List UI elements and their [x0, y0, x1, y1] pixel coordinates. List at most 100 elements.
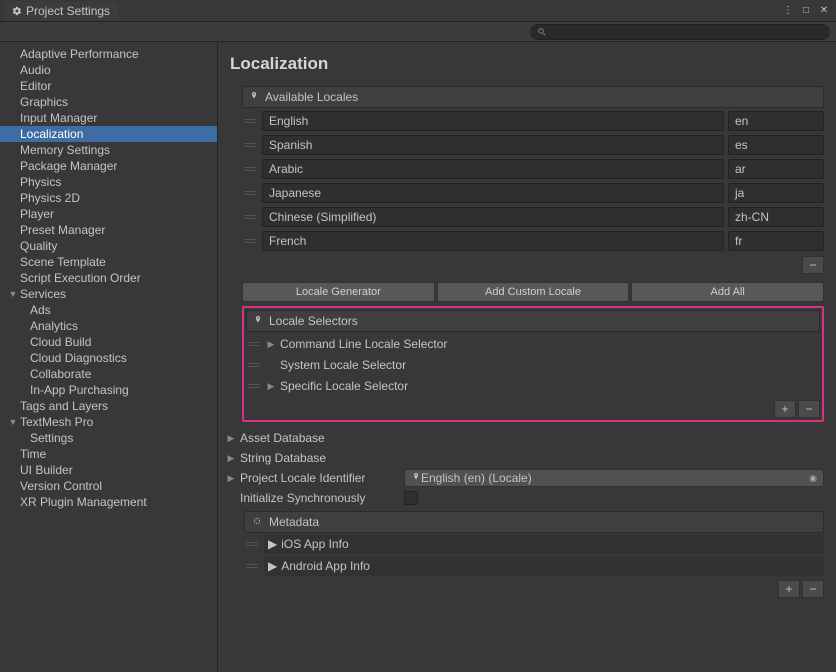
sidebar-item-analytics[interactable]: Analytics [0, 318, 217, 334]
drag-handle-icon[interactable] [244, 140, 256, 150]
chevron-right-icon[interactable]: ▶ [226, 453, 236, 464]
chevron-down-icon: ▼ [8, 417, 18, 427]
init-sync-checkbox[interactable] [404, 491, 418, 505]
locale-generator-button[interactable]: Locale Generator [242, 282, 435, 302]
add-selector-button[interactable]: + [774, 400, 796, 418]
selector-row[interactable]: ▶ Specific Locale Selector [246, 376, 820, 396]
locale-name-field[interactable]: Spanish [262, 135, 724, 155]
drag-handle-icon[interactable] [246, 539, 258, 549]
sidebar-item-textmesh-pro[interactable]: ▼TextMesh Pro [0, 414, 217, 430]
sidebar-item-cloud-build[interactable]: Cloud Build [0, 334, 217, 350]
sidebar-item-adaptive-performance[interactable]: Adaptive Performance [0, 46, 217, 62]
close-icon[interactable]: ✕ [816, 3, 832, 19]
selector-row[interactable]: ▶ System Locale Selector [246, 355, 820, 375]
sidebar-item-cloud-diagnostics[interactable]: Cloud Diagnostics [0, 350, 217, 366]
sidebar-item-physics-2d[interactable]: Physics 2D [0, 190, 217, 206]
chevron-right-icon[interactable]: ▶ [226, 433, 236, 444]
locale-row[interactable]: French fr [242, 230, 824, 252]
metadata-item-row[interactable]: ▶ iOS App Info [244, 534, 824, 554]
sidebar-item-ui-builder[interactable]: UI Builder [0, 462, 217, 478]
locale-code-field[interactable]: fr [728, 231, 824, 251]
add-custom-locale-button[interactable]: Add Custom Locale [437, 282, 630, 302]
search-input[interactable] [551, 26, 823, 38]
sidebar-item-collaborate[interactable]: Collaborate [0, 366, 217, 382]
object-picker-icon[interactable]: ◉ [809, 473, 817, 484]
sidebar-item-preset-manager[interactable]: Preset Manager [0, 222, 217, 238]
drag-handle-icon[interactable] [244, 212, 256, 222]
sidebar-item-memory-settings[interactable]: Memory Settings [0, 142, 217, 158]
sidebar-item-tags-layers[interactable]: Tags and Layers [0, 398, 217, 414]
sidebar-item-version-control[interactable]: Version Control [0, 478, 217, 494]
selector-row[interactable]: ▶ Command Line Locale Selector [246, 334, 820, 354]
sidebar-item-scene-template[interactable]: Scene Template [0, 254, 217, 270]
search-box[interactable] [530, 24, 830, 40]
chevron-right-icon[interactable]: ▶ [266, 339, 276, 350]
add-metadata-button[interactable]: + [778, 580, 800, 598]
chevron-right-icon[interactable]: ▶ [268, 537, 277, 551]
locale-code-field[interactable]: ja [728, 183, 824, 203]
sidebar-item-editor[interactable]: Editor [0, 78, 217, 94]
sidebar-item-input-manager[interactable]: Input Manager [0, 110, 217, 126]
locale-code-field[interactable]: ar [728, 159, 824, 179]
search-icon [537, 27, 547, 37]
sidebar-item-script-execution-order[interactable]: Script Execution Order [0, 270, 217, 286]
locale-name-field[interactable]: English [262, 111, 724, 131]
locale-name-field[interactable]: Chinese (Simplified) [262, 207, 724, 227]
locale-selectors-label: Locale Selectors [269, 314, 358, 328]
sidebar-item-xr-plugin-management[interactable]: XR Plugin Management [0, 494, 217, 510]
locale-row[interactable]: Spanish es [242, 134, 824, 156]
drag-handle-icon[interactable] [244, 236, 256, 246]
drag-handle-icon[interactable] [244, 164, 256, 174]
sidebar-item-time[interactable]: Time [0, 446, 217, 462]
window-tab[interactable]: Project Settings [4, 2, 118, 20]
locale-code-field[interactable]: en [728, 111, 824, 131]
locale-row[interactable]: Japanese ja [242, 182, 824, 204]
available-locales-label: Available Locales [265, 90, 358, 104]
sidebar-item-physics[interactable]: Physics [0, 174, 217, 190]
drag-handle-icon[interactable] [244, 188, 256, 198]
add-all-button[interactable]: Add All [631, 282, 824, 302]
metadata-header: Metadata [244, 511, 824, 533]
sidebar-item-graphics[interactable]: Graphics [0, 94, 217, 110]
locale-row[interactable]: Chinese (Simplified) zh-CN [242, 206, 824, 228]
locale-code-field[interactable]: es [728, 135, 824, 155]
drag-handle-icon[interactable] [248, 381, 260, 391]
chevron-down-icon: ▼ [8, 289, 18, 299]
locale-selectors-highlight: Locale Selectors ▶ Command Line Locale S… [242, 306, 824, 422]
sidebar-item-localization[interactable]: Localization [0, 126, 217, 142]
sidebar-item-ads[interactable]: Ads [0, 302, 217, 318]
locale-row[interactable]: Arabic ar [242, 158, 824, 180]
project-locale-identifier-row: ▶ Project Locale Identifier English (en)… [226, 468, 824, 488]
sidebar-item-services[interactable]: ▼Services [0, 286, 217, 302]
sidebar-item-settings[interactable]: Settings [0, 430, 217, 446]
drag-handle-icon[interactable] [248, 360, 260, 370]
window-buttons: ⋮ □ ✕ [780, 3, 832, 19]
sidebar-item-package-manager[interactable]: Package Manager [0, 158, 217, 174]
remove-metadata-button[interactable]: − [802, 580, 824, 598]
locale-name-field[interactable]: Japanese [262, 183, 724, 203]
locale-name-field[interactable]: French [262, 231, 724, 251]
asset-database-row[interactable]: ▶ Asset Database [226, 428, 824, 448]
sidebar-item-audio[interactable]: Audio [0, 62, 217, 78]
drag-handle-icon[interactable] [248, 339, 260, 349]
sidebar-item-quality[interactable]: Quality [0, 238, 217, 254]
locale-name-field[interactable]: Arabic [262, 159, 724, 179]
locale-code-field[interactable]: zh-CN [728, 207, 824, 227]
metadata-item-row[interactable]: ▶ Android App Info [244, 556, 824, 576]
string-database-row[interactable]: ▶ String Database [226, 448, 824, 468]
maximize-icon[interactable]: □ [798, 3, 814, 19]
remove-locale-button[interactable]: − [802, 256, 824, 274]
metadata-icon [251, 515, 263, 530]
locale-row[interactable]: English en [242, 110, 824, 132]
chevron-right-icon[interactable]: ▶ [268, 559, 277, 573]
drag-handle-icon[interactable] [246, 561, 258, 571]
project-locale-dropdown[interactable]: English (en) (Locale) ◉ [404, 469, 824, 487]
sidebar-item-in-app-purchasing[interactable]: In-App Purchasing [0, 382, 217, 398]
sidebar-item-player[interactable]: Player [0, 206, 217, 222]
kebab-icon[interactable]: ⋮ [780, 3, 796, 19]
drag-handle-icon[interactable] [244, 116, 256, 126]
remove-selector-button[interactable]: − [798, 400, 820, 418]
chevron-right-icon[interactable]: ▶ [226, 473, 236, 484]
metadata-section: Metadata ▶ iOS App Info ▶ Android App In… [242, 512, 824, 598]
chevron-right-icon[interactable]: ▶ [266, 381, 276, 392]
